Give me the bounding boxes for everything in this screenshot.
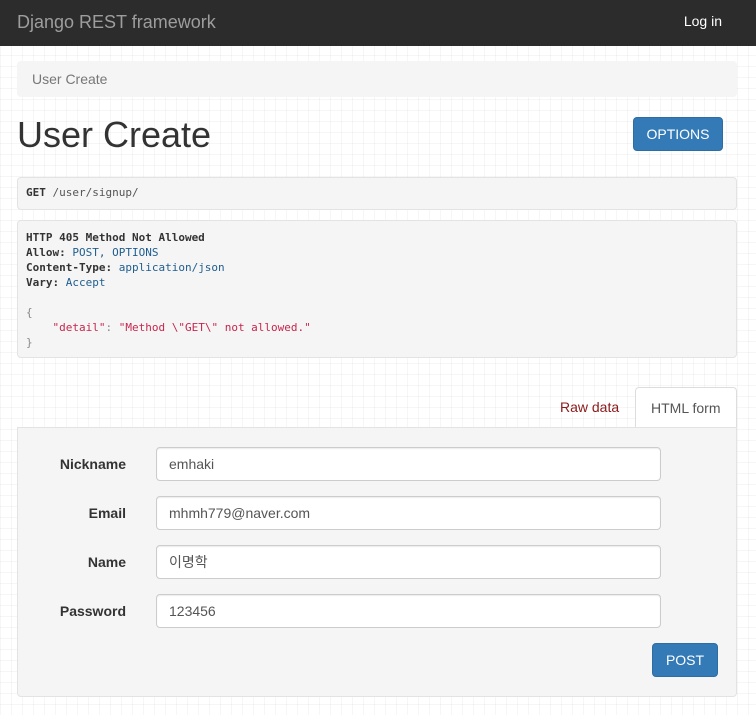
name-label: Name	[87, 554, 126, 570]
post-button[interactable]: POST	[652, 643, 718, 677]
request-path: /user/signup/	[52, 186, 139, 199]
login-link[interactable]: Log in	[684, 13, 722, 29]
nickname-label: Nickname	[59, 456, 126, 472]
breadcrumb-item-current: User Create	[32, 71, 108, 87]
html-form-panel: Nickname Email Name Password POST	[17, 427, 737, 697]
response-status: HTTP 405 Method Not Allowed	[26, 231, 205, 244]
response-info: HTTP 405 Method Not Allowed Allow: POST,…	[17, 220, 737, 358]
options-button[interactable]: OPTIONS	[633, 117, 723, 151]
request-info: GET /user/signup/	[17, 177, 737, 210]
request-method: GET	[26, 186, 46, 199]
json-value: "Method \"GET\" not allowed."	[118, 321, 311, 334]
email-input[interactable]	[156, 496, 661, 530]
password-input[interactable]	[156, 594, 661, 628]
name-input[interactable]	[156, 545, 661, 579]
brand-title[interactable]: Django REST framework	[17, 12, 216, 33]
tab-html-form[interactable]: HTML form	[635, 387, 737, 428]
header-value: application/json	[118, 261, 225, 274]
header-value: POST, OPTIONS	[72, 246, 159, 259]
breadcrumb: User Create	[17, 61, 737, 97]
json-key: "detail"	[52, 321, 106, 334]
json-close-brace: }	[26, 336, 33, 349]
navbar: Django REST framework Log in	[0, 0, 756, 46]
password-label: Password	[59, 603, 126, 619]
header-value: Accept	[65, 276, 106, 289]
header-name: Allow:	[26, 246, 66, 259]
nickname-input[interactable]	[156, 447, 661, 481]
page-title: User Create	[17, 114, 212, 155]
header-name: Content-Type:	[26, 261, 113, 274]
header-name: Vary:	[26, 276, 60, 289]
tab-raw-data[interactable]: Raw data	[545, 387, 634, 428]
json-colon: :	[105, 321, 119, 334]
email-label: Email	[88, 505, 126, 521]
json-open-brace: {	[26, 306, 33, 319]
